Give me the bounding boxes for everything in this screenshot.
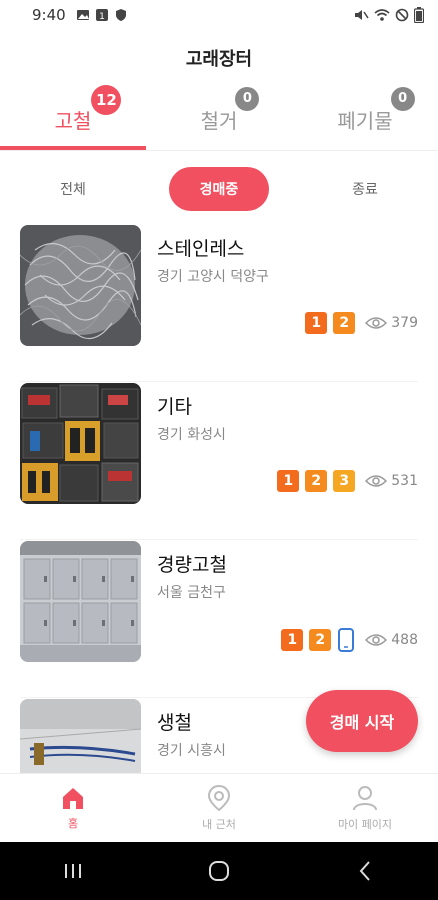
main-tabs: 고철 12 철거 0 폐기물 0	[0, 84, 438, 152]
item-location: 서울 금천구	[157, 585, 226, 601]
eye-icon	[365, 634, 388, 646]
listing-list: 스테인레스 경기 고양시 덕양구 1 2 379 기타 경기 화성시 1 2 3…	[0, 224, 438, 856]
home-icon	[63, 788, 83, 809]
round-badge: 1	[277, 470, 300, 492]
list-item[interactable]: 기타 경기 화성시 1 2 3 531	[20, 382, 418, 540]
item-location: 경기 시흥시	[157, 743, 226, 759]
nav-label: 홈	[67, 817, 79, 830]
tab-label-text: 고철	[54, 108, 92, 133]
view-count: 379	[365, 315, 418, 331]
item-title: 기타	[157, 396, 192, 418]
item-title: 경량고철	[157, 554, 227, 576]
item-meta: 1 2 488	[281, 628, 418, 652]
filter-label: 전체	[60, 182, 86, 198]
tab-divider	[0, 150, 438, 151]
tab-label: 고철 12	[54, 84, 122, 134]
shield-icon	[115, 9, 126, 21]
stainless-scrap-image	[20, 225, 141, 346]
round-badge: 3	[333, 470, 356, 492]
tab-label-text: 폐기물	[337, 108, 393, 133]
round-badge: 2	[309, 629, 332, 651]
back-chevron-icon	[359, 861, 370, 881]
home-system-button[interactable]	[199, 851, 239, 891]
item-thumbnail	[20, 541, 141, 662]
tab-label: 폐기물 0	[337, 86, 415, 134]
view-count-value: 379	[391, 315, 418, 331]
lockers-image	[20, 541, 141, 662]
filter-ended[interactable]: 종료	[292, 179, 438, 199]
phone-icon	[338, 628, 355, 652]
tab-count-badge: 12	[91, 84, 122, 115]
do-not-disturb-icon	[395, 8, 409, 22]
view-count: 531	[365, 473, 418, 489]
eye-icon	[365, 317, 388, 329]
home-circle-icon	[209, 861, 229, 881]
nav-label: 마이 페이지	[337, 818, 393, 831]
svg-text:1: 1	[99, 12, 105, 22]
bottom-nav: 홈 내 근처 마이 페이지	[0, 773, 438, 842]
item-thumbnail	[20, 225, 141, 346]
filter-label: 경매중	[169, 167, 269, 211]
user-icon	[353, 786, 377, 811]
status-bar: 9:40 1	[0, 0, 438, 30]
eye-icon	[365, 475, 388, 487]
recent-apps-icon	[65, 864, 81, 878]
filter-in-auction[interactable]: 경매중	[146, 167, 292, 211]
list-item[interactable]: 경량고철 서울 금천구 1 2 488	[20, 540, 418, 698]
location-icon	[207, 784, 231, 812]
tab-count-badge: 0	[390, 86, 415, 111]
item-thumbnail	[20, 383, 141, 504]
tab-count-badge: 0	[235, 86, 260, 111]
battery-icon	[414, 7, 424, 23]
round-badge: 1	[305, 312, 328, 334]
wifi-icon	[374, 9, 390, 21]
tab-label: 철거 0	[200, 86, 260, 134]
nav-home[interactable]: 홈	[0, 774, 146, 842]
app-title: 고래장터	[185, 49, 253, 70]
gallery-icon	[76, 10, 89, 20]
item-title: 스테인레스	[157, 238, 245, 260]
nav-my-page[interactable]: 마이 페이지	[292, 774, 438, 842]
item-meta: 1 2 379	[305, 312, 418, 334]
round-badge: 1	[281, 629, 304, 651]
back-button[interactable]	[345, 851, 385, 891]
filter-label: 종료	[352, 182, 378, 198]
tab-scrap-metal[interactable]: 고철 12	[0, 84, 146, 152]
item-location: 경기 고양시 덕양구	[157, 269, 269, 285]
nav-label: 내 근처	[202, 818, 236, 831]
view-count-value: 531	[391, 473, 418, 489]
view-count-value: 488	[391, 632, 418, 648]
notification-icon: 1	[95, 9, 108, 22]
status-time: 9:40	[32, 6, 66, 24]
batteries-image	[20, 383, 141, 504]
system-nav-bar	[0, 842, 438, 900]
recent-apps-button[interactable]	[53, 851, 93, 891]
app-screen: 9:40 1 고래장터 고철 12 철거 0 폐기물 0 전체 경매중 종료 스…	[0, 0, 438, 900]
item-title: 생철	[157, 712, 192, 734]
status-icons-right	[353, 7, 424, 23]
round-badge: 2	[333, 312, 356, 334]
start-auction-button[interactable]: 경매 시작	[306, 690, 418, 752]
mute-icon	[355, 10, 369, 20]
filter-all[interactable]: 전체	[0, 179, 146, 199]
item-location: 경기 화성시	[157, 427, 226, 443]
tab-label-text: 철거	[200, 108, 238, 133]
filter-tabs: 전체 경매중 종료	[0, 166, 438, 212]
tab-waste[interactable]: 폐기물 0	[292, 86, 438, 152]
round-badge: 2	[305, 470, 328, 492]
tab-demolition[interactable]: 철거 0	[146, 86, 292, 152]
nav-nearby[interactable]: 내 근처	[146, 774, 292, 842]
item-meta: 1 2 3 531	[277, 470, 418, 492]
list-item[interactable]: 스테인레스 경기 고양시 덕양구 1 2 379	[20, 224, 418, 382]
view-count: 488	[365, 632, 418, 648]
